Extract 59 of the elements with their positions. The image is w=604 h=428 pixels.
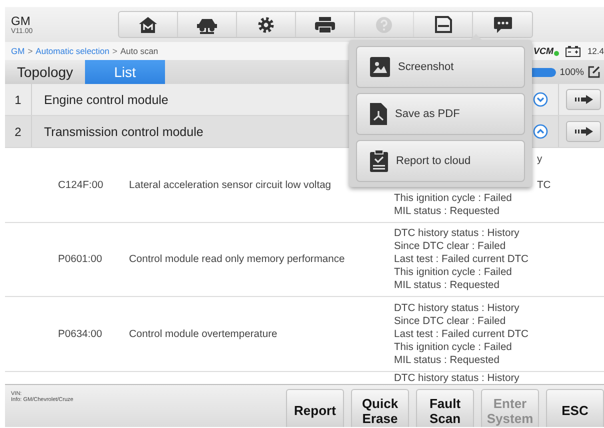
menu-item[interactable]: Save as PDF: [356, 93, 525, 135]
vci-label: VCM: [533, 46, 554, 56]
row-number: 2: [5, 116, 32, 147]
dtc-status-line: This ignition cycle : Failed: [394, 266, 513, 279]
enter-button[interactable]: [566, 89, 601, 110]
dtc-status-line: TC: [537, 178, 551, 192]
breadcrumb-separator: >: [112, 46, 118, 56]
dtc-status-line: This ignition cycle : Failed: [394, 192, 513, 204]
dtc-code: P0601:00: [57, 254, 104, 265]
breadcrumb-separator: >: [28, 46, 33, 56]
breadcrumb-current: Auto scan: [120, 46, 158, 56]
dtc-code: C124F:00: [57, 180, 104, 190]
arrow-icon: [574, 95, 592, 104]
expand-icon[interactable]: [533, 92, 548, 107]
row-number: 1: [5, 84, 32, 115]
dtc-description: Control module read only memory performance: [128, 254, 346, 265]
enter-button[interactable]: [566, 121, 601, 142]
arrow-icon: [574, 127, 592, 136]
dtc-status-line: MIL status : Requested: [394, 354, 501, 366]
dtc-code: P0634:00: [57, 328, 104, 340]
clipboard-icon: [370, 150, 388, 172]
action-button[interactable]: Quick Erase: [351, 389, 409, 427]
settings-icon: [257, 16, 275, 34]
dtc-status-line: MIL status : Requested: [394, 279, 501, 292]
dtc-status-line: This ignition cycle : Failed: [394, 340, 513, 354]
dtc-status-line: DTC history status : History: [394, 372, 520, 385]
dtc-status-line: MIL status : Requested: [394, 204, 501, 218]
house-icon: [138, 16, 158, 34]
action-button[interactable]: Fault Scan: [416, 389, 474, 427]
dtc-status-line: Last test : Failed current DTC: [394, 328, 528, 340]
dtc-status-line: Since DTC clear : Failed: [394, 240, 507, 253]
breadcrumb-link[interactable]: GM: [11, 46, 25, 56]
dtc-status-line: DTC history status : History: [394, 227, 520, 240]
menu-item[interactable]: Screenshot: [356, 46, 525, 88]
save-icon: [434, 16, 452, 33]
breadcrumb-link[interactable]: Automatic selection: [36, 46, 110, 56]
dtc-description: Control module overtemperature: [128, 328, 278, 340]
image-icon: [370, 57, 390, 77]
battery-icon: [565, 46, 582, 56]
dtc-status-line: DTC history status : History: [394, 302, 520, 314]
printer-icon: [314, 16, 336, 34]
progress-reading: 100%: [560, 66, 584, 78]
action-button[interactable]: Report: [286, 389, 344, 427]
dtc-status-line: y: [537, 152, 542, 166]
module-name[interactable]: Engine control module: [32, 92, 168, 106]
module-name[interactable]: Transmission control module: [32, 124, 204, 138]
pdf-icon: [370, 103, 387, 125]
tab[interactable]: Topology: [5, 60, 85, 84]
collapse-icon[interactable]: [533, 124, 548, 139]
chat-icon: [492, 16, 512, 34]
app-title: GM: [11, 14, 32, 28]
menu-item[interactable]: Report to cloud: [356, 140, 525, 182]
voltage-reading: 12.4: [587, 46, 604, 56]
dtc-description: Lateral acceleration sensor circuit low voltag: [128, 180, 332, 190]
dtc-status-line: Last test : Failed current DTC: [394, 253, 528, 266]
help-icon: [375, 16, 393, 34]
action-button[interactable]: ESC: [546, 389, 604, 427]
dtc-status-line: Since DTC clear : Failed: [394, 314, 507, 328]
edit-icon[interactable]: [588, 66, 600, 78]
